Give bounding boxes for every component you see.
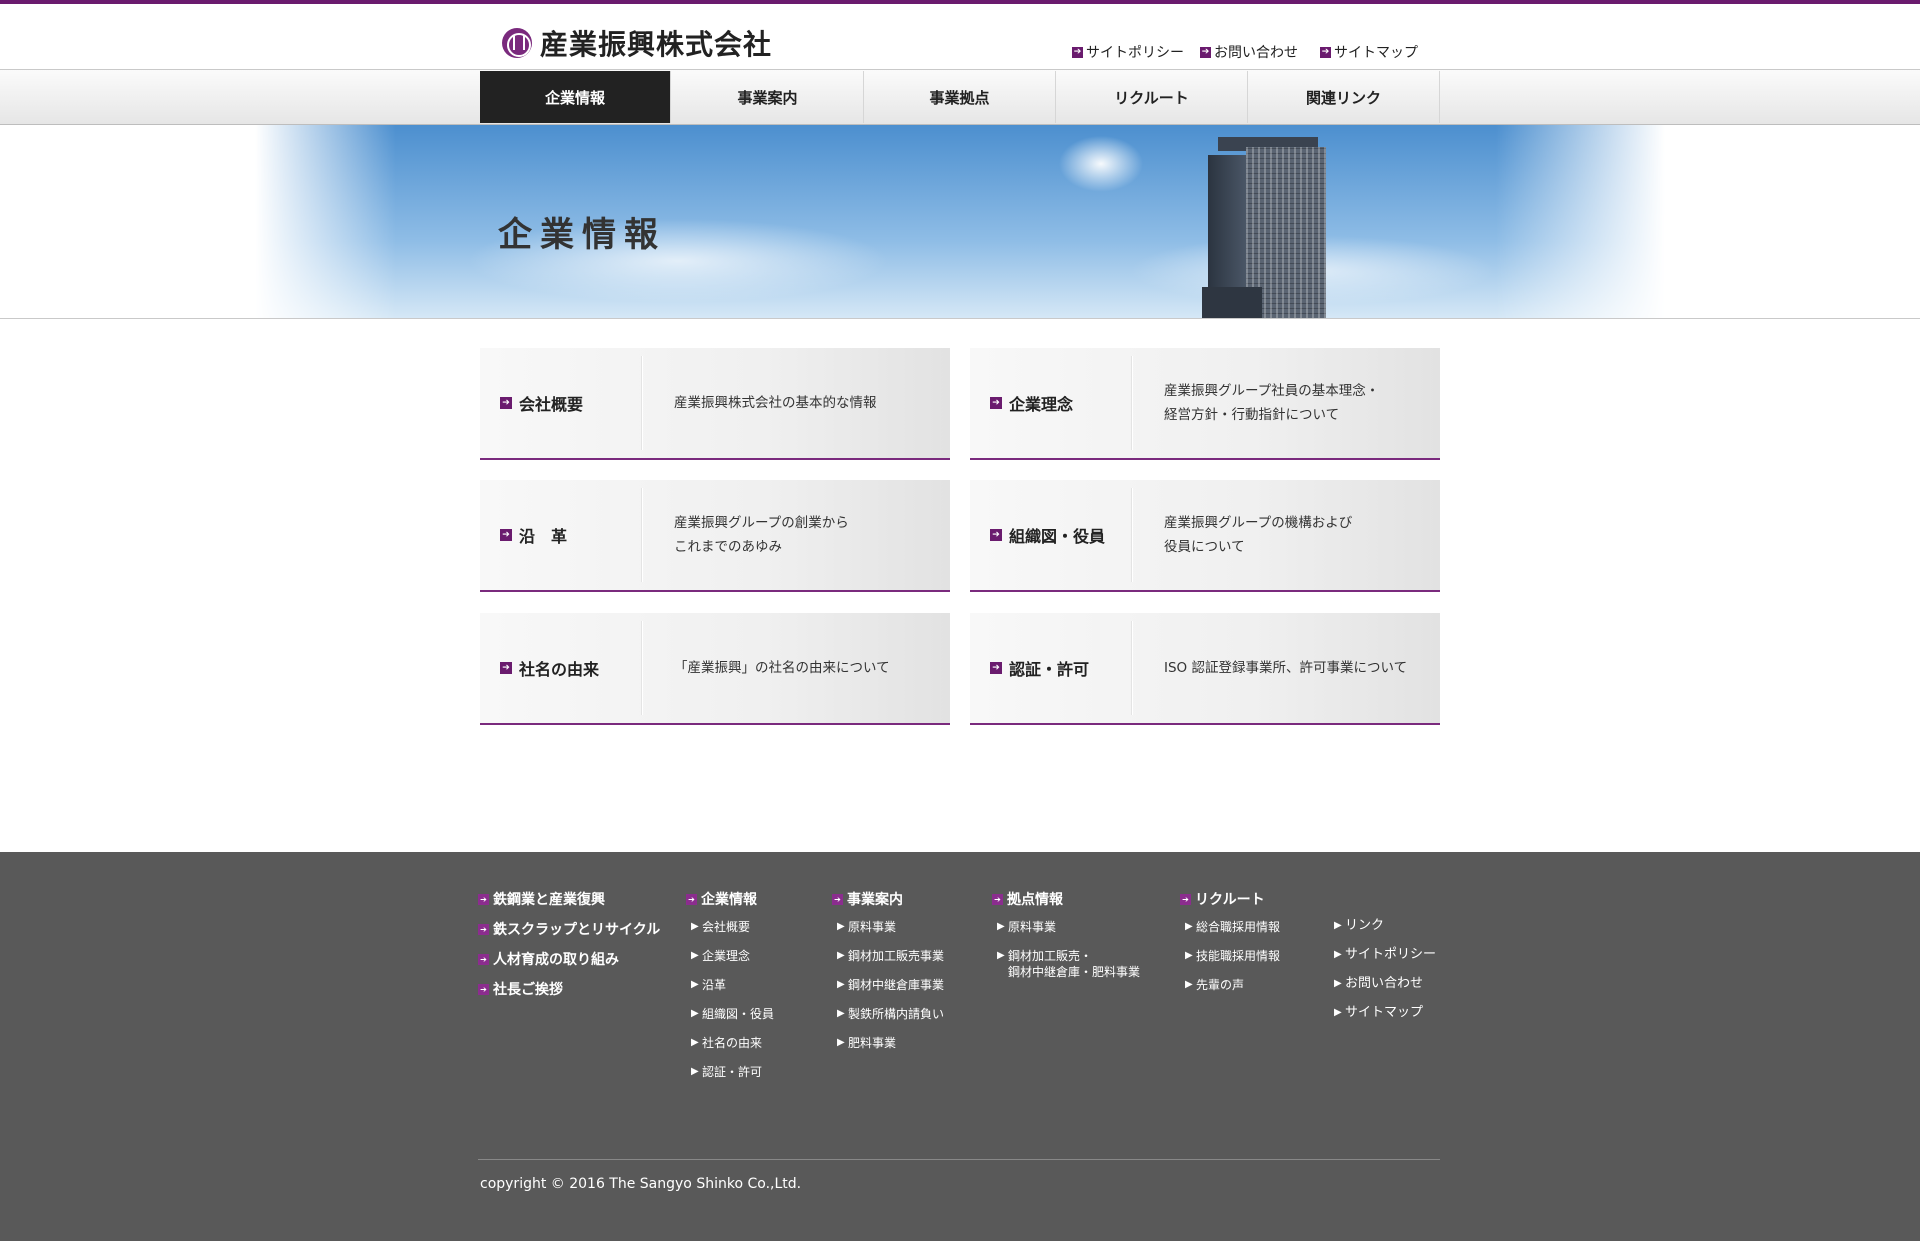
footer-link[interactable]: 鋼材加工販売・ 鋼材中継倉庫・肥料事業 bbox=[992, 948, 1140, 980]
footer-link[interactable]: 技能職採用情報 bbox=[1180, 948, 1280, 964]
logo[interactable]: 産業振興株式会社 bbox=[502, 23, 772, 63]
util-link-contact[interactable]: ➔ お問い合わせ bbox=[1200, 42, 1298, 62]
footer-link[interactable]: 製鉄所構内請負い bbox=[832, 1006, 944, 1022]
footer-col-recruit: ➔リクルート 総合職採用情報 技能職採用情報 先輩の声 bbox=[1180, 890, 1280, 1006]
arrow-right-icon: ➔ bbox=[990, 397, 1002, 409]
card-organization[interactable]: ➔ 組織図・役員 産業振興グループの機構および 役員について bbox=[970, 480, 1440, 592]
footer-link[interactable]: 総合職採用情報 bbox=[1180, 919, 1280, 935]
footer-col-locations: ➔拠点情報 原料事業 鋼材加工販売・ 鋼材中継倉庫・肥料事業 bbox=[992, 890, 1140, 993]
building-image bbox=[1202, 137, 1336, 318]
footer-link-contact[interactable]: お問い合わせ bbox=[1334, 976, 1436, 992]
card-title: 認証・許可 bbox=[1009, 660, 1090, 679]
sky-background bbox=[255, 125, 1665, 318]
footer-link-ceo-message[interactable]: ➔ 社長ご挨拶 bbox=[478, 980, 660, 998]
footer-link[interactable]: 肥料事業 bbox=[832, 1035, 944, 1051]
arrow-right-icon: ➔ bbox=[1180, 893, 1191, 905]
global-nav: 企業情報 事業案内 事業拠点 リクルート 関連リンク bbox=[0, 70, 1920, 125]
util-link-sitemap[interactable]: ➔ サイトマップ bbox=[1320, 42, 1418, 62]
arrow-right-icon: ➔ bbox=[478, 923, 489, 935]
arrow-right-icon: ➔ bbox=[500, 529, 512, 541]
footer-col-topics: ➔ 鉄鋼業と産業復興 ➔ 鉄スクラップとリサイクル ➔ 人材育成の取り組み ➔ 社長ご挨… bbox=[478, 890, 660, 1010]
card-title: 社名の由来 bbox=[519, 660, 600, 679]
arrow-right-icon: ➔ bbox=[478, 953, 489, 965]
card-title: 沿 革 bbox=[519, 527, 568, 546]
card-description: 産業振興グループ社員の基本理念・ 経営方針・行動指針について bbox=[1164, 383, 1380, 423]
footer-divider bbox=[478, 1159, 1440, 1160]
arrow-right-icon: ➔ bbox=[1320, 46, 1331, 58]
card-description: 産業振興グループの機構および 役員について bbox=[1164, 515, 1353, 555]
page-title: 企業情報 bbox=[498, 215, 666, 255]
footer-link[interactable]: 沿革 bbox=[686, 977, 774, 993]
footer-link[interactable]: 認証・許可 bbox=[686, 1064, 774, 1080]
arrow-right-icon: ➔ bbox=[478, 983, 489, 995]
footer-link-steel-industry[interactable]: ➔ 鉄鋼業と産業復興 bbox=[478, 890, 660, 908]
card-certification[interactable]: ➔ 認証・許可 ISO 認証登録事業所、許可事業について bbox=[970, 613, 1440, 725]
card-description: ISO 認証登録事業所、許可事業について bbox=[1164, 660, 1408, 676]
card-description: 産業振興株式会社の基本的な情報 bbox=[674, 395, 877, 411]
footer-link[interactable]: 社名の由来 bbox=[686, 1035, 774, 1051]
card-description: 「産業振興」の社名の由来について bbox=[674, 660, 890, 676]
footer-head-recruit[interactable]: ➔ リクルート bbox=[1180, 890, 1280, 908]
footer-link-training[interactable]: ➔ 人材育成の取り組み bbox=[478, 950, 660, 968]
card-company-overview[interactable]: ➔ 会社概要 産業振興株式会社の基本的な情報 bbox=[480, 348, 950, 460]
util-link-site-policy[interactable]: ➔ サイトポリシー bbox=[1072, 42, 1184, 62]
footer-link[interactable]: 鋼材加工販売事業 bbox=[832, 948, 944, 964]
arrow-right-icon: ➔ bbox=[500, 397, 512, 409]
company-name: 産業振興株式会社 bbox=[540, 28, 773, 61]
arrow-right-icon: ➔ bbox=[990, 529, 1002, 541]
footer-link-links[interactable]: リンク bbox=[1334, 918, 1436, 934]
card-history[interactable]: ➔ 沿 革 産業振興グループの創業から これまでのあゆみ bbox=[480, 480, 950, 592]
footer-link[interactable]: 原料事業 bbox=[832, 919, 944, 935]
nav-item-locations[interactable]: 事業拠点 bbox=[864, 71, 1056, 123]
nav-item-company-info[interactable]: 企業情報 bbox=[480, 71, 671, 123]
footer-col-misc: リンク サイトポリシー お問い合わせ サイトマップ bbox=[1334, 918, 1436, 1034]
footer-link-site-policy[interactable]: サイトポリシー bbox=[1334, 947, 1436, 963]
nav-item-recruit[interactable]: リクルート bbox=[1056, 71, 1248, 123]
card-name-origin[interactable]: ➔ 社名の由来 「産業振興」の社名の由来について bbox=[480, 613, 950, 725]
footer-col-company: ➔企業情報 会社概要 企業理念 沿革 組織図・役員 社名の由来 認証・許可 bbox=[686, 890, 774, 1093]
site-footer: ➔ 鉄鋼業と産業復興 ➔ 鉄スクラップとリサイクル ➔ 人材育成の取り組み ➔ 社長ご挨… bbox=[0, 852, 1920, 1241]
footer-link-scrap-recycle[interactable]: ➔ 鉄スクラップとリサイクル bbox=[478, 920, 660, 938]
arrow-right-icon: ➔ bbox=[686, 893, 697, 905]
card-title: 組織図・役員 bbox=[1009, 527, 1106, 546]
card-description: 産業振興グループの創業から これまでのあゆみ bbox=[674, 515, 849, 555]
nav-item-business[interactable]: 事業案内 bbox=[672, 71, 864, 123]
arrow-right-icon: ➔ bbox=[1200, 46, 1211, 58]
footer-col-business: ➔事業案内 原料事業 鋼材加工販売事業 鋼材中継倉庫事業 製鉄所構内請負い 肥料… bbox=[832, 890, 944, 1064]
hero-banner: 企業情報 bbox=[0, 125, 1920, 319]
footer-link[interactable]: 企業理念 bbox=[686, 948, 774, 964]
arrow-right-icon: ➔ bbox=[832, 893, 843, 905]
footer-head-locations[interactable]: ➔ 拠点情報 bbox=[992, 890, 1140, 908]
card-philosophy[interactable]: ➔ 企業理念 産業振興グループ社員の基本理念・ 経営方針・行動指針について bbox=[970, 348, 1440, 460]
site-header: 産業振興株式会社 ➔ サイトポリシー ➔ お問い合わせ ➔ サイトマップ bbox=[0, 4, 1920, 70]
card-title: 企業理念 bbox=[1009, 395, 1074, 414]
arrow-right-icon: ➔ bbox=[500, 662, 512, 674]
footer-link[interactable]: 鋼材中継倉庫事業 bbox=[832, 977, 944, 993]
nav-item-links[interactable]: 関連リンク bbox=[1248, 71, 1440, 123]
footer-link-sitemap[interactable]: サイトマップ bbox=[1334, 1005, 1436, 1021]
arrow-right-icon: ➔ bbox=[1072, 46, 1083, 58]
footer-link[interactable]: 組織図・役員 bbox=[686, 1006, 774, 1022]
footer-head-company[interactable]: ➔ 企業情報 bbox=[686, 890, 774, 908]
copyright: copyright © 2016 The Sangyo Shinko Co.,L… bbox=[480, 1176, 802, 1192]
footer-link[interactable]: 会社概要 bbox=[686, 919, 774, 935]
card-title: 会社概要 bbox=[519, 395, 584, 414]
footer-link[interactable]: 原料事業 bbox=[992, 919, 1140, 935]
util-link-label: お問い合わせ bbox=[1214, 45, 1298, 61]
util-link-label: サイトポリシー bbox=[1086, 45, 1184, 61]
logo-mark-icon bbox=[502, 28, 532, 58]
util-link-label: サイトマップ bbox=[1334, 45, 1418, 61]
arrow-right-icon: ➔ bbox=[992, 893, 1003, 905]
arrow-right-icon: ➔ bbox=[478, 893, 489, 905]
footer-link[interactable]: 先輩の声 bbox=[1180, 977, 1280, 993]
arrow-right-icon: ➔ bbox=[990, 662, 1002, 674]
footer-head-business[interactable]: ➔ 事業案内 bbox=[832, 890, 944, 908]
